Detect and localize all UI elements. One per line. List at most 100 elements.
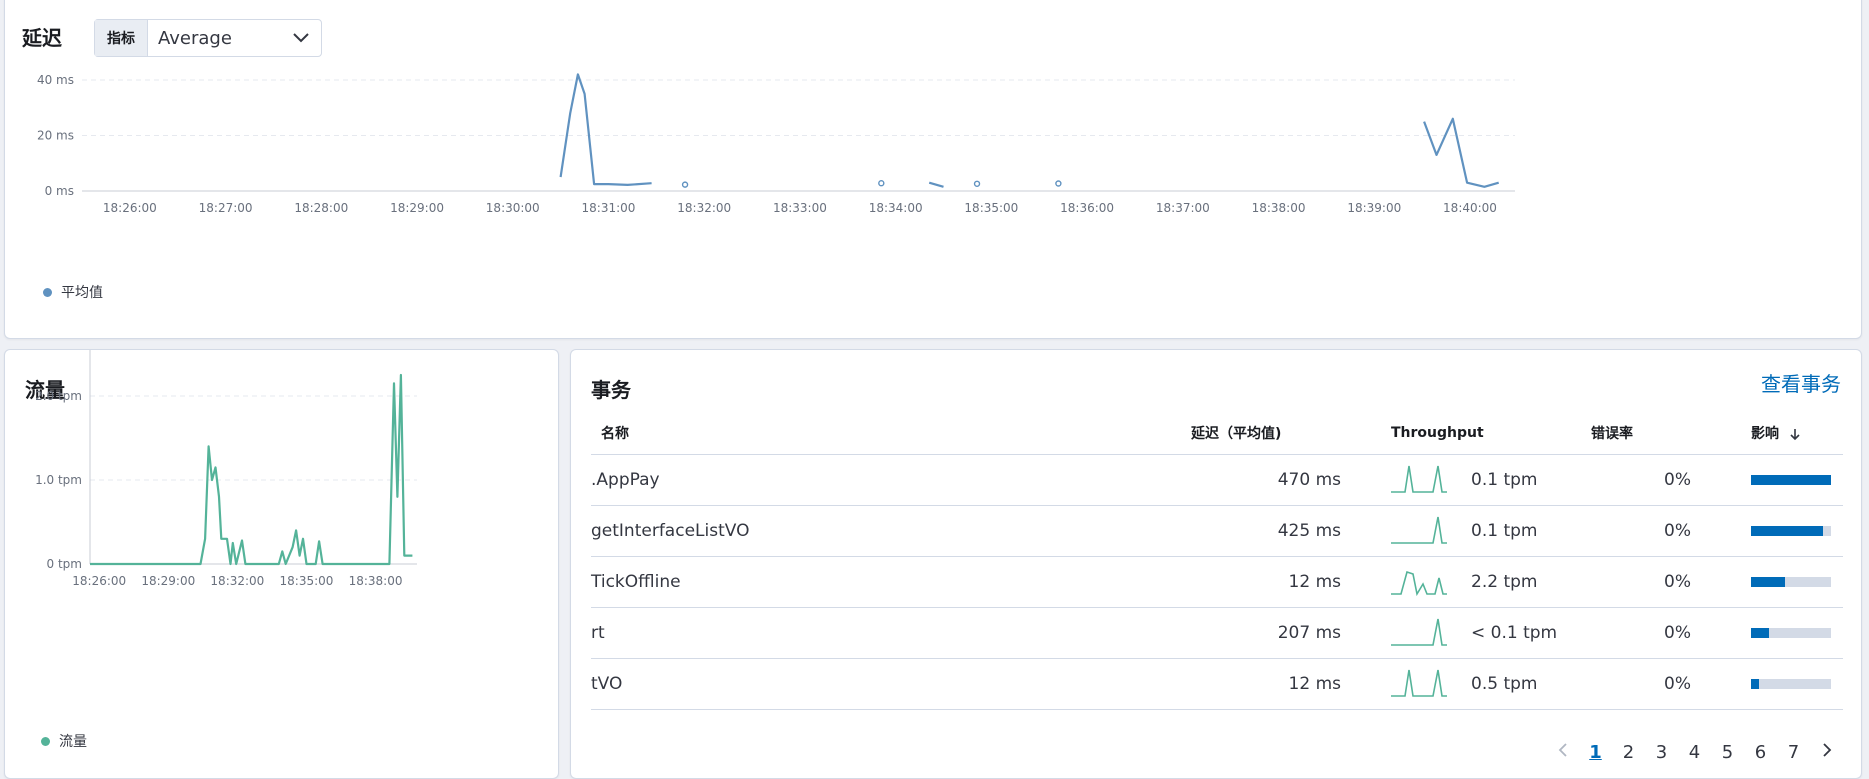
latency-value: 470 ms: [1191, 454, 1391, 506]
series-line: [1423, 117, 1500, 188]
col-name[interactable]: 名称: [591, 412, 1191, 455]
table-row: .AppPay 470 ms 0.1 tpm 0%: [591, 454, 1843, 506]
x-tick-label: 18:36:00: [1060, 201, 1114, 215]
table-row: tVO 12 ms 0.5 tpm 0%: [591, 658, 1843, 710]
x-tick-label: 18:38:00: [1252, 201, 1306, 215]
x-tick-label: 18:39:00: [1347, 201, 1401, 215]
throughput-value: 2.2 tpm: [1471, 572, 1538, 592]
legend-dot-icon: [41, 736, 50, 746]
page-5-button[interactable]: 5: [1711, 742, 1744, 763]
transactions-table: 名称 延迟（平均值) Throughput 错误率 影响 .AppPay 470…: [591, 412, 1843, 710]
pagination: 1 2 3 4 5 6 7: [1546, 742, 1843, 763]
x-tick-label: 18:26:00: [72, 574, 126, 588]
col-error-rate[interactable]: 错误率: [1591, 412, 1751, 455]
sparkline-path: [1391, 618, 1447, 646]
latency-legend[interactable]: 平均值: [43, 282, 103, 302]
legend-dot-icon: [43, 287, 52, 297]
latency-value: 12 ms: [1191, 658, 1391, 710]
data-point: [1055, 180, 1062, 187]
latency-value: 207 ms: [1191, 607, 1391, 659]
col-latency[interactable]: 延迟（平均值): [1191, 412, 1391, 455]
page-4-button[interactable]: 4: [1678, 742, 1711, 763]
x-tick-label: 18:33:00: [773, 201, 827, 215]
throughput-legend[interactable]: 流量: [41, 731, 87, 751]
page-3-button[interactable]: 3: [1645, 742, 1678, 763]
throughput-value: 0.5 tpm: [1471, 674, 1538, 694]
latency-value: 425 ms: [1191, 505, 1391, 557]
x-tick-label: 18:35:00: [280, 574, 334, 588]
throughput-value: 0.1 tpm: [1471, 521, 1538, 541]
throughput-value: 0.1 tpm: [1471, 470, 1538, 490]
series-line: [559, 73, 652, 186]
x-tick-label: 18:31:00: [582, 201, 636, 215]
transactions-panel: 事务 查看事务 名称 延迟（平均值) Throughput 错误率 影响 .Ap…: [570, 349, 1862, 779]
transactions-title: 事务: [591, 378, 631, 402]
sparkline-path: [1391, 669, 1447, 697]
page-1-button[interactable]: 1: [1579, 742, 1612, 763]
x-tick-label: 18:29:00: [390, 201, 444, 215]
latency-legend-label: 平均值: [61, 285, 103, 301]
latency-chart: 0 ms 20 ms 40 ms 18:26:00 18:27:00 18:28:00 18…: [37, 73, 1515, 215]
impact-bar-fill: [1751, 475, 1831, 485]
y-tick-label: 40 ms: [37, 73, 74, 87]
latency-value: 12 ms: [1191, 556, 1391, 608]
throughput-sparkline: [1391, 669, 1447, 697]
series-line: [90, 373, 413, 566]
impact-bar-fill: [1751, 577, 1785, 587]
sparkline-path: [1391, 570, 1447, 597]
sparkline-path: [1391, 465, 1447, 493]
y-tick-label: 0 ms: [45, 184, 74, 198]
data-point: [973, 180, 981, 187]
x-tick-label: 18:27:00: [199, 201, 253, 215]
throughput-sparkline: [1391, 618, 1447, 646]
impact-bar: [1751, 628, 1831, 638]
impact-bar: [1751, 475, 1831, 485]
page-2-button[interactable]: 2: [1612, 742, 1645, 763]
x-tick-label: 18:38:00: [349, 574, 403, 588]
x-tick-label: 18:29:00: [141, 574, 195, 588]
table-row: rt 207 ms < 0.1 tpm 0%: [591, 607, 1843, 659]
transaction-name-link[interactable]: getInterfaceListVO: [591, 505, 1191, 557]
sparkline-path: [1391, 516, 1447, 544]
series-line: [928, 181, 944, 188]
chevron-right-icon[interactable]: [1810, 742, 1843, 763]
impact-bar-fill: [1751, 526, 1823, 536]
page-6-button[interactable]: 6: [1744, 742, 1777, 763]
error-rate-value: 0%: [1591, 556, 1751, 608]
arrow-down-icon: [1790, 429, 1800, 441]
table-row: TickOffline 12 ms 2.2 tpm 0%: [591, 556, 1843, 608]
transaction-name-link[interactable]: .AppPay: [591, 454, 1191, 506]
throughput-sparkline: [1391, 465, 1447, 493]
impact-bar: [1751, 526, 1831, 536]
y-tick-label: 0 tpm: [47, 557, 82, 571]
y-tick-label: 1.0 tpm: [35, 473, 82, 487]
x-tick-label: 18:37:00: [1156, 201, 1210, 215]
throughput-value: < 0.1 tpm: [1471, 623, 1558, 643]
col-impact-label: 影响: [1751, 426, 1779, 442]
impact-bar: [1751, 679, 1831, 689]
throughput-sparkline: [1391, 516, 1447, 544]
throughput-legend-label: 流量: [59, 734, 87, 750]
page-7-button[interactable]: 7: [1777, 742, 1810, 763]
data-point: [681, 181, 689, 188]
throughput-panel: 流量 0 tpm 1.0 tpm 2.0 tpm 18:26:00 18:29:00 18…: [4, 349, 559, 779]
x-tick-label: 18:34:00: [869, 201, 923, 215]
view-transactions-link[interactable]: 查看事务: [1761, 368, 1841, 397]
throughput-chart: 0 tpm 1.0 tpm 2.0 tpm 18:26:00 18:29:00 18:32…: [35, 350, 417, 588]
impact-bar-fill: [1751, 679, 1759, 689]
transaction-name-link[interactable]: TickOffline: [591, 556, 1191, 608]
x-tick-label: 18:40:00: [1443, 201, 1497, 215]
x-tick-label: 18:32:00: [210, 574, 264, 588]
error-rate-value: 0%: [1591, 607, 1751, 659]
y-tick-label: 2.0 tpm: [35, 389, 82, 403]
col-throughput[interactable]: Throughput: [1391, 412, 1591, 455]
x-tick-label: 18:30:00: [486, 201, 540, 215]
latency-panel: 延迟 指标 Average 0 ms 20 ms 40 ms 18:26:00 18:2…: [4, 0, 1862, 339]
data-point: [878, 180, 885, 187]
col-impact[interactable]: 影响: [1751, 412, 1843, 455]
chevron-left-icon[interactable]: [1546, 742, 1579, 763]
table-row: getInterfaceListVO 425 ms 0.1 tpm 0%: [591, 505, 1843, 557]
transaction-name-link[interactable]: tVO: [591, 658, 1191, 710]
x-tick-label: 18:32:00: [677, 201, 731, 215]
transaction-name-link[interactable]: rt: [591, 607, 1191, 659]
